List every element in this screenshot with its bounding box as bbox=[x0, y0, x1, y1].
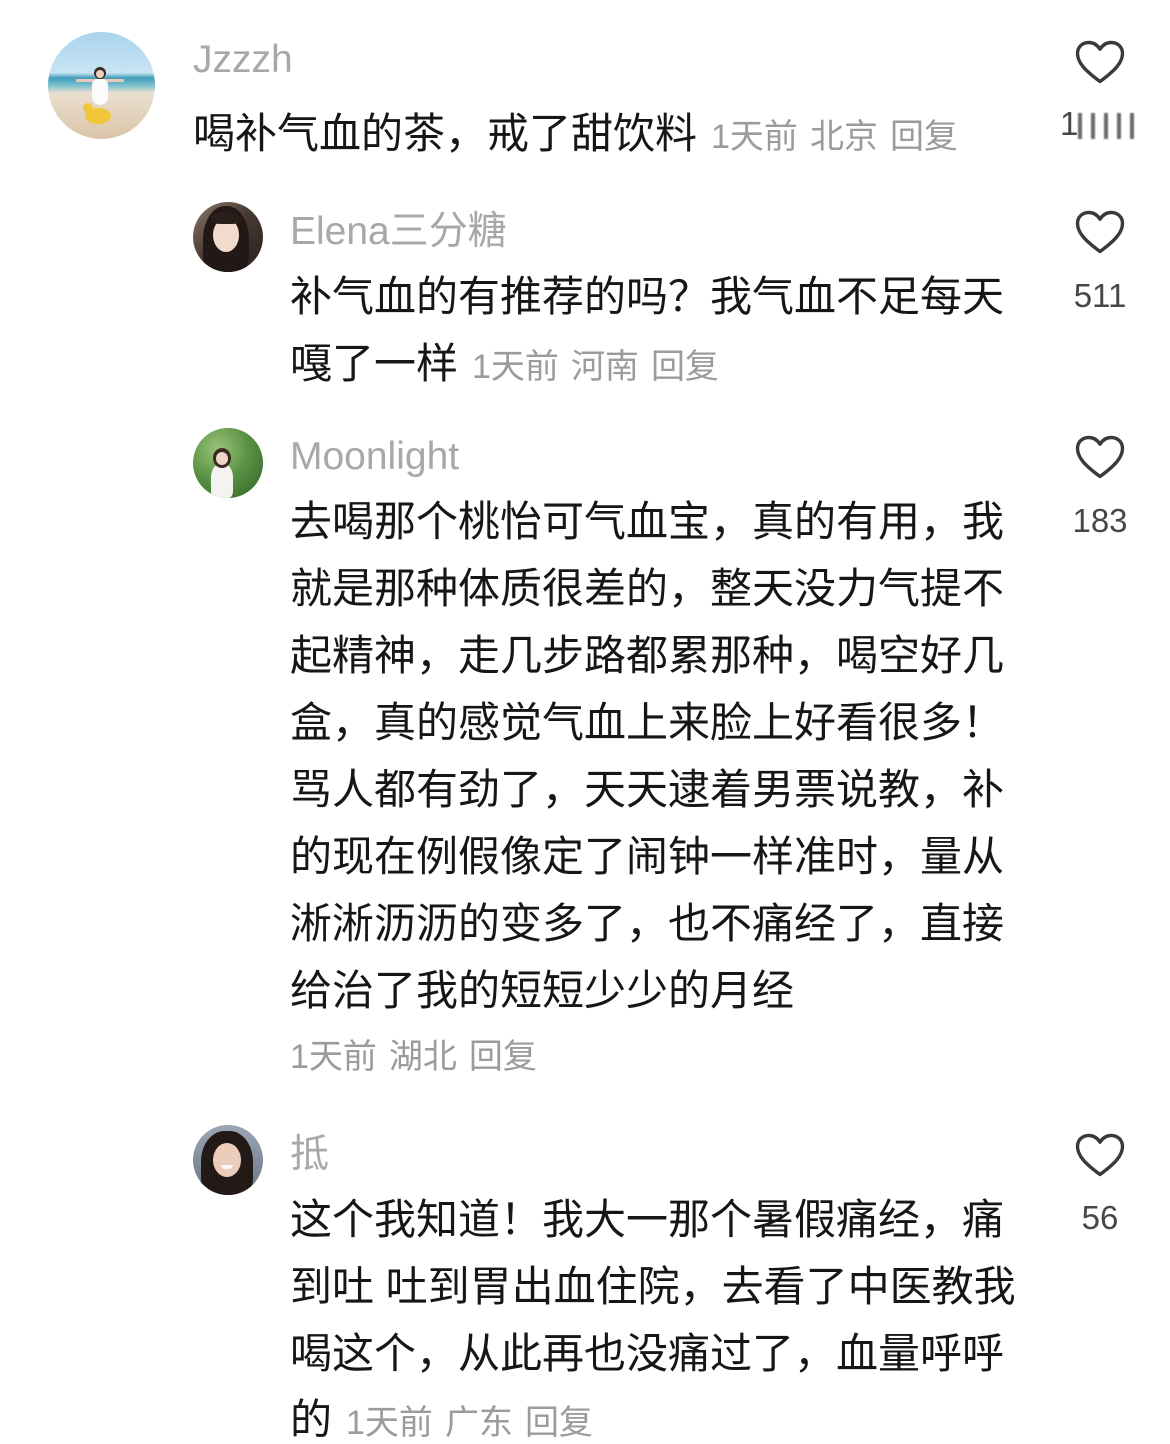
avatar-photo-detail bbox=[83, 103, 93, 113]
comment-text: 喝补气血的茶，戒了甜饮料 bbox=[193, 110, 698, 157]
comment-thread: Jzzzh 喝补气血的茶，戒了甜饮料 1天前 北京 回复 Elena三分糖 补气血的有… bbox=[0, 0, 1170, 1444]
reply-button[interactable]: 回复 bbox=[890, 118, 958, 156]
comment-body: 补气血的有推荐的吗？我气血不足每天 嘎了一样 1天前 河南 回复 bbox=[290, 263, 1035, 397]
like-button[interactable] bbox=[1074, 1132, 1126, 1178]
comment-location: 北京 bbox=[809, 118, 878, 156]
avatar[interactable] bbox=[193, 428, 263, 498]
comment-username[interactable]: Moonlight bbox=[290, 432, 1035, 482]
comment-text: 的 bbox=[290, 1396, 333, 1443]
comment-text-line: 去喝那个桃怡可气血宝，真的有用，我 bbox=[290, 498, 1005, 545]
comment-text-line: 起精神，走几步路都累那种，喝空好几 bbox=[290, 632, 1005, 679]
comment-username[interactable]: 抵 bbox=[290, 1130, 1035, 1180]
comment: Jzzzh 喝补气血的茶，戒了甜饮料 1天前 北京 回复 bbox=[193, 35, 1043, 167]
comment-text-line: 喝补气血的茶，戒了甜饮料 1天前 北京 回复 bbox=[193, 100, 1043, 167]
comment-body: 去喝那个桃怡可气血宝，真的有用，我 就是那种体质很差的，整天没力气提不 起精神，… bbox=[290, 488, 1035, 1084]
reply-button[interactable]: 回复 bbox=[651, 348, 719, 386]
reply-comment: 抵 这个我知道！我大一那个暑假痛经，痛 到吐 吐到胃出血住院，去看了中医教我 喝… bbox=[290, 1130, 1035, 1443]
comment-text-line: 补气血的有推荐的吗？我气血不足每天 bbox=[290, 273, 1005, 320]
like-count: 183 bbox=[1072, 502, 1128, 539]
heart-outline-icon bbox=[1075, 210, 1125, 254]
comment-time: 1天前 bbox=[472, 348, 559, 386]
like-button[interactable] bbox=[1074, 39, 1126, 85]
reply-comment: Moonlight 去喝那个桃怡可气血宝，真的有用，我 就是那种体质很差的，整天… bbox=[290, 432, 1035, 1084]
comment-location: 湖北 bbox=[388, 1038, 457, 1076]
comment-text-line: 骂人都有劲了，天天逮着男票说教，补 bbox=[290, 766, 1005, 813]
avatar-photo-detail bbox=[96, 70, 104, 78]
like-count: 511 bbox=[1073, 277, 1127, 314]
avatar[interactable] bbox=[193, 1125, 263, 1195]
comment-text-line: 就是那种体质很差的，整天没力气提不 bbox=[290, 565, 1005, 612]
like-button[interactable] bbox=[1074, 434, 1126, 480]
comment-body: 喝补气血的茶，戒了甜饮料 1天前 北京 回复 bbox=[193, 100, 1043, 167]
comment-username[interactable]: Jzzzh bbox=[193, 35, 1043, 85]
heart-outline-icon bbox=[1075, 40, 1125, 84]
comment-text-line: 给治了我的短短少少的月经 bbox=[290, 967, 795, 1014]
comment-text-line: 的现在例假像定了闹钟一样准时，量从 bbox=[290, 833, 1005, 880]
reply-button[interactable]: 回复 bbox=[525, 1404, 593, 1442]
avatar[interactable] bbox=[193, 202, 263, 272]
avatar[interactable] bbox=[48, 32, 155, 139]
avatar-photo-detail bbox=[216, 452, 228, 465]
avatar-photo-detail bbox=[213, 1143, 241, 1177]
comment-location: 河南 bbox=[570, 348, 639, 386]
like-count: 1 bbox=[1060, 105, 1079, 142]
avatar-photo-detail bbox=[211, 464, 233, 498]
reply-comment: Elena三分糖 补气血的有推荐的吗？我气血不足每天 嘎了一样 1天前 河南 回复 bbox=[290, 207, 1035, 397]
comment-text: 嘎了一样 bbox=[290, 340, 459, 387]
comment-meta: 1天前 湖北 回复 bbox=[290, 1024, 1035, 1084]
comment-time: 1天前 bbox=[290, 1038, 377, 1076]
comment-time: 1天前 bbox=[711, 118, 798, 156]
comment-body: 这个我知道！我大一那个暑假痛经，痛 到吐 吐到胃出血住院，去看了中医教我 喝这个… bbox=[290, 1186, 1035, 1443]
like-button[interactable] bbox=[1074, 209, 1126, 255]
comment-text-line: 这个我知道！我大一那个暑假痛经，痛 bbox=[290, 1196, 1005, 1243]
comment-text-line: 喝这个，从此再也没痛过了，血量呼呼 bbox=[290, 1330, 1005, 1377]
comment-text-line: 嘎了一样 1天前 河南 回复 bbox=[290, 330, 1035, 397]
comment-time: 1天前 bbox=[346, 1404, 433, 1442]
count-blur bbox=[1078, 113, 1140, 139]
like-count: 56 bbox=[1081, 1199, 1119, 1236]
heart-outline-icon bbox=[1075, 435, 1125, 479]
reply-button[interactable]: 回复 bbox=[469, 1038, 537, 1076]
like-count-obscured: 1 bbox=[1058, 104, 1142, 144]
comment-text-line: 淅淅沥沥的变多了，也不痛经了，直接 bbox=[290, 900, 1005, 947]
comment-text-line: 盒，真的感觉气血上来脸上好看很多！ bbox=[290, 699, 1005, 746]
heart-outline-icon bbox=[1075, 1133, 1125, 1177]
comment-text-line: 的 1天前 广东 回复 bbox=[290, 1397, 1035, 1443]
avatar-photo-detail bbox=[211, 212, 241, 224]
comment-text-line: 到吐 吐到胃出血住院，去看了中医教我 bbox=[290, 1263, 1016, 1310]
comment-location: 广东 bbox=[444, 1404, 513, 1442]
comment-username[interactable]: Elena三分糖 bbox=[290, 207, 1035, 257]
avatar-photo-detail bbox=[92, 79, 108, 105]
